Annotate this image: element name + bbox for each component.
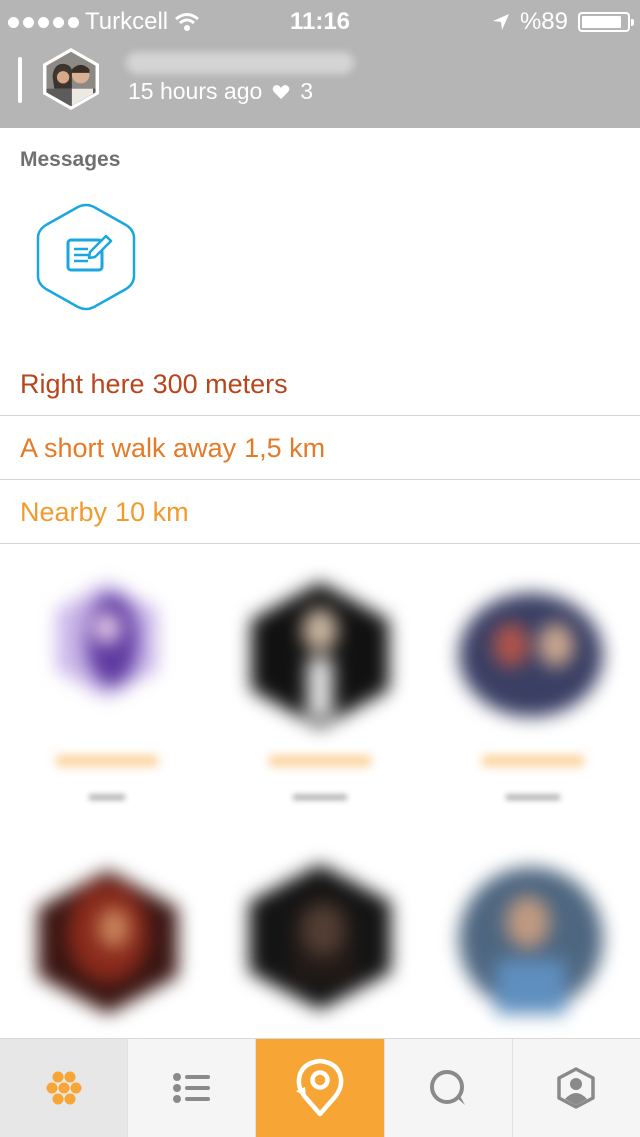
person-photo: [38, 870, 178, 1014]
distance-row-nearby[interactable]: Nearby 10 km: [0, 480, 640, 544]
person-photo: [251, 582, 389, 728]
tab-discover[interactable]: [0, 1039, 129, 1137]
distance-row-text: A short walk away 1,5 km: [20, 433, 325, 464]
person-name-blurred: ▬▬▬: [213, 1026, 427, 1038]
person-name-blurred: ▬▬: [0, 1026, 214, 1038]
tab-nearby[interactable]: [256, 1039, 385, 1137]
tab-messages[interactable]: [385, 1039, 513, 1137]
person-photo: [249, 864, 391, 1010]
header-divider: [18, 57, 22, 103]
person-card[interactable]: ▬▬▬ ▬▬: [0, 544, 214, 834]
person-card[interactable]: ▬▬▬ ▬▬▬: [426, 544, 640, 834]
person-name-blurred: ▬▬: [426, 1026, 640, 1038]
distance-value: 1,5 km: [244, 433, 326, 463]
people-grid: ▬▬▬ ▬▬ ▬▬▬ ▬▬▬ ▬▬▬ ▬▬▬ ▬▬: [0, 544, 640, 1038]
person-card[interactable]: ▬▬▬: [213, 834, 427, 1038]
distance-row-right-here[interactable]: Right here 300 meters: [0, 352, 640, 416]
distance-label: Nearby: [20, 497, 108, 527]
header-subtitle: 15 hours ago 3: [128, 78, 313, 105]
header[interactable]: 15 hours ago 3: [0, 40, 640, 128]
distance-row-short-walk[interactable]: A short walk away 1,5 km: [0, 416, 640, 480]
person-distance-blurred: ▬▬: [89, 784, 125, 804]
like-count: 3: [300, 78, 314, 104]
person-name-blurred: ▬▬▬: [269, 736, 371, 774]
distance-label: A short walk away: [20, 433, 237, 463]
time-ago: 15 hours ago: [128, 78, 263, 104]
person-name-blurred: ▬▬▬: [56, 736, 158, 774]
person-distance-blurred: ▬▬▬: [506, 784, 560, 804]
chat-bubble-icon: [430, 1070, 466, 1105]
avatar[interactable]: [38, 46, 104, 112]
status-right: %89: [492, 8, 634, 36]
person-name-blurred: ▬▬▬: [482, 736, 584, 774]
hex-cluster-icon: [46, 1071, 82, 1105]
person-card[interactable]: ▬▬▬ ▬▬▬: [213, 544, 427, 834]
person-distance-blurred: ▬▬▬: [293, 784, 347, 804]
person-photo: [459, 593, 603, 717]
tab-list[interactable]: [128, 1039, 257, 1137]
tab-bar: [0, 1038, 640, 1137]
battery-fill: [582, 16, 622, 28]
battery-percent: %89: [519, 8, 568, 35]
messages-title: Messages: [20, 148, 121, 171]
tab-profile[interactable]: [513, 1039, 640, 1137]
distance-row-text: Nearby 10 km: [20, 497, 189, 528]
person-card[interactable]: ▬▬: [426, 834, 640, 1038]
list-icon: [172, 1073, 210, 1103]
battery-icon: [578, 12, 634, 32]
distance-row-text: Right here 300 meters: [20, 369, 288, 400]
heart-icon: [272, 84, 290, 99]
profile-icon: [557, 1067, 596, 1109]
location-arrow-icon: [492, 14, 509, 30]
person-card[interactable]: ▬▬: [0, 834, 214, 1038]
distance-value: 10 km: [115, 497, 189, 527]
distance-value: 300 meters: [152, 369, 288, 399]
status-bar: Turkcell 11:16 %89: [0, 0, 640, 40]
header-name-blurred: [126, 52, 354, 74]
compose-button[interactable]: [34, 202, 138, 312]
person-photo: [57, 582, 157, 698]
location-refresh-icon: [296, 1058, 344, 1117]
distance-label: Right here: [20, 369, 145, 399]
person-photo: [459, 867, 603, 1014]
